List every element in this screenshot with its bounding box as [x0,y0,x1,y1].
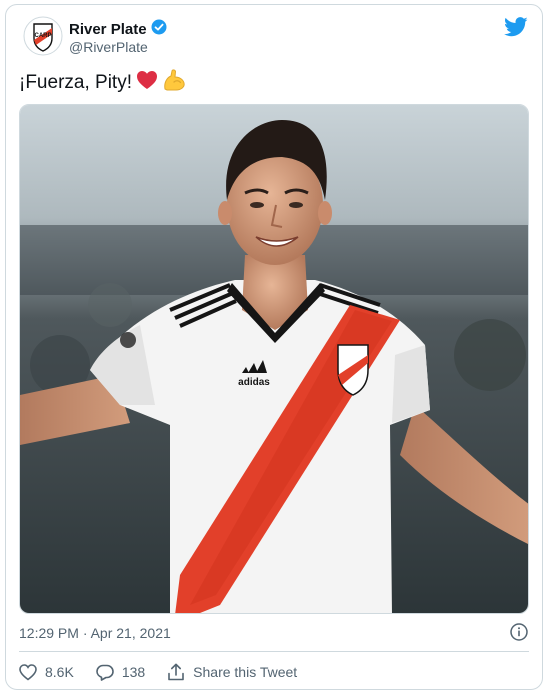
reply-button[interactable]: 138 [96,664,145,681]
share-icon [167,663,185,681]
tweet-text-content: ¡Fuerza, Pity! [19,72,132,93]
action-bar: 8.6K 138 Share this Tweet [19,663,319,681]
avatar[interactable]: CARP [23,16,63,56]
twitter-bird-icon[interactable] [504,17,528,37]
reply-icon [96,664,114,681]
like-button[interactable]: 8.6K [19,663,74,681]
account-name[interactable]: River Plate [69,21,147,38]
tweet-text: ¡Fuerza, Pity! [19,69,186,97]
player-photo: adidas [20,105,528,613]
divider [19,651,529,652]
share-label: Share this Tweet [193,664,298,680]
share-button[interactable]: Share this Tweet [167,663,297,681]
account-handle[interactable]: @RiverPlate [69,39,148,55]
like-count: 8.6K [45,664,74,680]
reply-count: 138 [121,664,146,680]
verified-badge-icon [151,19,167,40]
red-heart-icon [136,70,158,96]
info-icon[interactable] [510,623,528,641]
account-name-row: River Plate [69,19,167,40]
tweet-timestamp[interactable]: 12:29 PM · Apr 21, 2021 [19,625,171,641]
tweet-card: CARP River Plate @RiverPlate ¡Fuerza, Pi… [5,4,543,690]
flexed-biceps-icon [162,69,186,97]
tweet-photo[interactable]: adidas [19,104,529,614]
crest-text: CARP [34,33,51,39]
jersey-brand-text: adidas [238,377,270,388]
heart-icon [19,663,37,681]
